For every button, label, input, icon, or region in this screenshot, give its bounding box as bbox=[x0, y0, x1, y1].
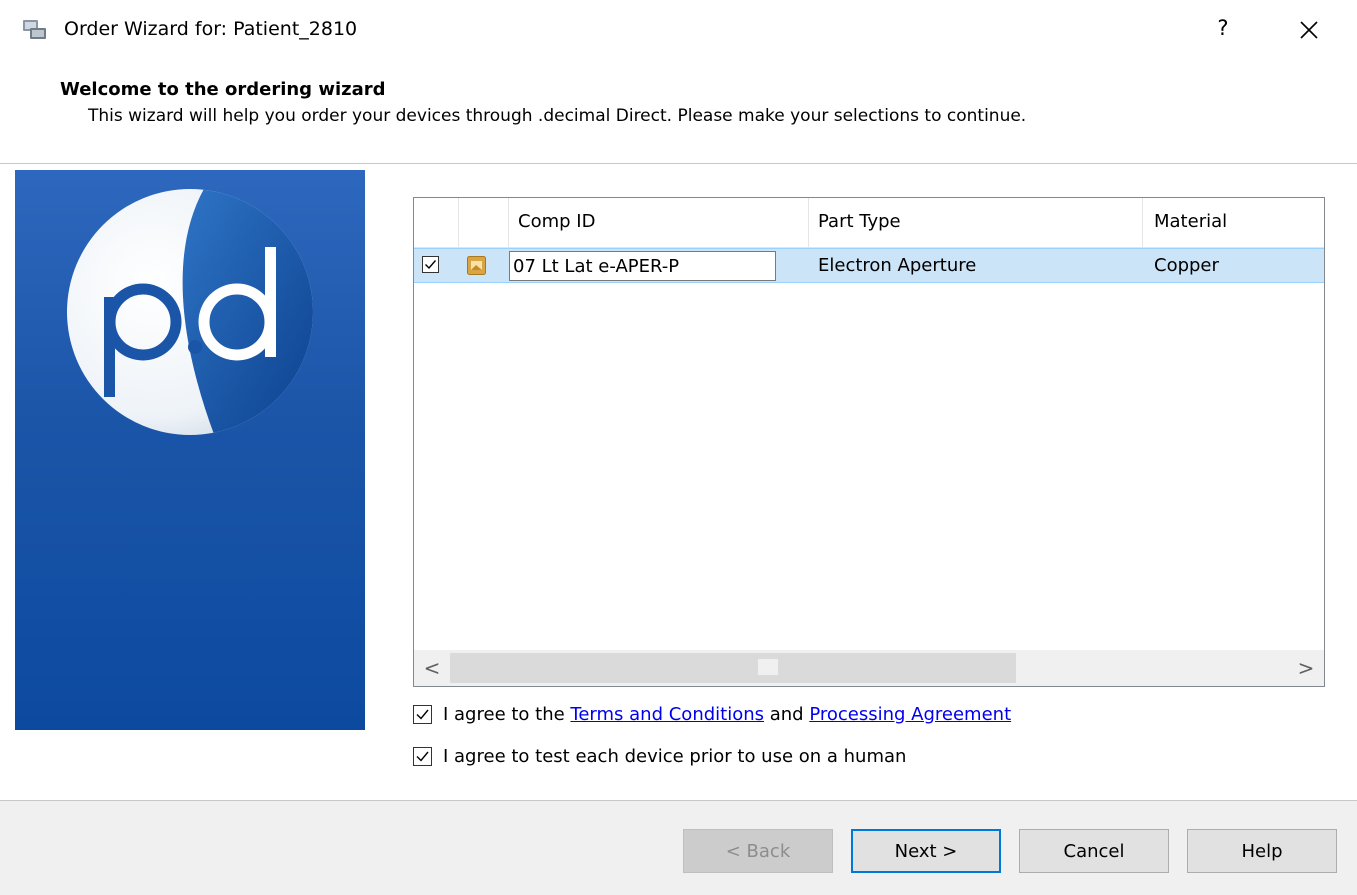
back-button[interactable]: < Back bbox=[683, 829, 833, 873]
scroll-track[interactable] bbox=[450, 653, 1016, 683]
wizard-description: This wizard will help you order your dev… bbox=[88, 106, 1027, 126]
device-file-icon bbox=[467, 256, 486, 275]
scroll-right-button[interactable]: > bbox=[1288, 650, 1324, 686]
pd-logo-icon bbox=[65, 187, 315, 437]
header-divider bbox=[0, 163, 1357, 164]
help-footer-button[interactable]: Help bbox=[1187, 829, 1337, 873]
cancel-button[interactable]: Cancel bbox=[1019, 829, 1169, 873]
wizard-app-icon bbox=[20, 16, 50, 42]
close-icon[interactable] bbox=[1292, 13, 1326, 47]
terms-middle: and bbox=[764, 703, 810, 725]
terms-agreement-row: I agree to the Terms and Conditions and … bbox=[413, 701, 1011, 727]
table-row[interactable]: Electron Aperture Copper bbox=[414, 248, 1324, 283]
column-header-material[interactable]: Material bbox=[1154, 210, 1227, 234]
device-list[interactable]: Comp ID Part Type Material Electron Aper… bbox=[413, 197, 1325, 687]
column-divider bbox=[458, 198, 459, 247]
column-divider bbox=[508, 198, 509, 247]
column-header-comp-id[interactable]: Comp ID bbox=[518, 210, 595, 234]
part-type-cell: Electron Aperture bbox=[818, 255, 977, 276]
test-checkbox[interactable] bbox=[413, 746, 432, 766]
column-divider[interactable] bbox=[1142, 198, 1143, 247]
scroll-thumb-grip[interactable] bbox=[758, 659, 778, 675]
scroll-left-button[interactable]: < bbox=[414, 650, 450, 686]
wizard-heading: Welcome to the ordering wizard bbox=[60, 79, 386, 100]
test-agreement-row: I agree to test each device prior to use… bbox=[413, 743, 906, 769]
terms-checkbox[interactable] bbox=[413, 704, 432, 724]
column-header-part-type[interactable]: Part Type bbox=[818, 210, 901, 234]
row-checkbox[interactable] bbox=[422, 256, 439, 273]
window-title: Order Wizard for: Patient_2810 bbox=[64, 18, 358, 40]
column-divider[interactable] bbox=[808, 198, 809, 247]
help-button[interactable]: ? bbox=[1208, 13, 1238, 43]
grid-header: Comp ID Part Type Material bbox=[414, 198, 1324, 248]
horizontal-scrollbar[interactable]: < > bbox=[414, 650, 1324, 686]
test-agreement-label[interactable]: I agree to test each device prior to use… bbox=[443, 746, 906, 767]
material-cell: Copper bbox=[1154, 255, 1219, 276]
comp-id-edit-field[interactable] bbox=[509, 251, 776, 281]
terms-link[interactable]: Terms and Conditions bbox=[570, 704, 764, 725]
next-button[interactable]: Next > bbox=[851, 829, 1001, 873]
processing-agreement-link[interactable]: Processing Agreement bbox=[809, 704, 1011, 725]
terms-prefix: I agree to the bbox=[443, 703, 571, 725]
